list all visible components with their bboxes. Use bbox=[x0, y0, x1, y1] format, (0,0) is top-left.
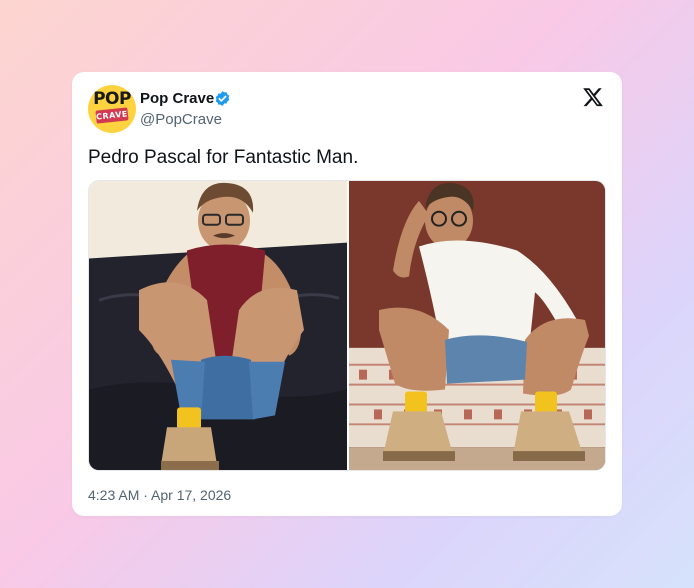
avatar-text-crave: CRAVE bbox=[95, 107, 129, 124]
author-handle[interactable]: @PopCrave bbox=[140, 111, 222, 129]
verified-badge-icon bbox=[215, 91, 230, 106]
photo-right[interactable] bbox=[349, 181, 605, 470]
photo-right-image bbox=[349, 181, 605, 470]
tweet-timestamp[interactable]: 4:23 AM · Apr 17, 2026 bbox=[88, 486, 231, 504]
photo-left[interactable] bbox=[89, 181, 347, 470]
avatar[interactable]: POP CRAVE bbox=[88, 85, 136, 133]
avatar-text-pop: POP bbox=[93, 89, 131, 109]
photo-left-image bbox=[89, 181, 347, 470]
x-logo-icon[interactable] bbox=[582, 86, 604, 108]
author-display-name[interactable]: Pop Crave bbox=[140, 90, 214, 108]
tweet-card: POP CRAVE Pop Crave @PopCrave Pedro Pasc… bbox=[72, 72, 622, 516]
tweet-text: Pedro Pascal for Fantastic Man. bbox=[88, 147, 359, 168]
media-grid[interactable] bbox=[88, 180, 606, 471]
